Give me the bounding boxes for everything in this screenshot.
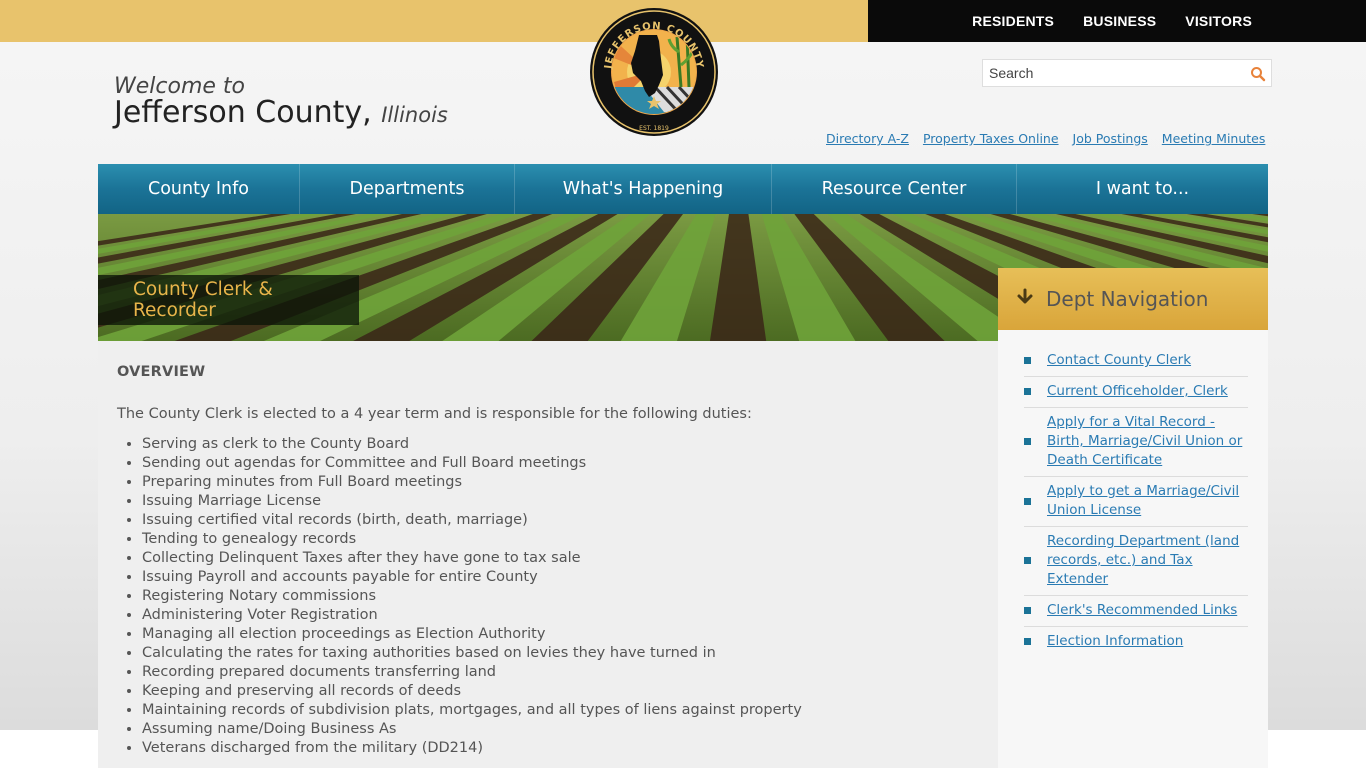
dept-nav-item: Current Officeholder, Clerk	[1024, 377, 1248, 408]
dept-navigation-title: Dept Navigation	[1046, 287, 1209, 311]
duty-item: Issuing Payroll and accounts payable for…	[142, 568, 979, 587]
dept-navigation-list: Contact County Clerk Current Officeholder…	[1024, 346, 1248, 657]
nav-i-want-to[interactable]: I want to...	[1017, 164, 1268, 214]
main-nav: County Info Departments What's Happening…	[98, 164, 1268, 214]
top-nav-visitors[interactable]: VISITORS	[1185, 13, 1252, 29]
page-title-box: County Clerk & Recorder	[98, 275, 359, 325]
search-input[interactable]	[983, 60, 1243, 86]
duty-item: Collecting Delinquent Taxes after they h…	[142, 549, 979, 568]
square-bullet-icon	[1024, 557, 1031, 564]
search-box	[982, 59, 1272, 87]
duty-item: Issuing Marriage License	[142, 492, 979, 511]
square-bullet-icon	[1024, 607, 1031, 614]
nav-whats-happening[interactable]: What's Happening	[515, 164, 772, 214]
dept-nav-link[interactable]: Recording Department (land records, etc.…	[1047, 532, 1247, 589]
top-bar-gold	[0, 0, 868, 42]
duty-item: Veterans discharged from the military (D…	[142, 739, 979, 758]
page-title: County Clerk & Recorder	[133, 279, 273, 321]
duty-item: Issuing certified vital records (birth, …	[142, 511, 979, 530]
duty-item: Assuming name/Doing Business As	[142, 720, 979, 739]
overview-heading: OVERVIEW	[117, 364, 206, 380]
quick-link-property-taxes[interactable]: Property Taxes Online	[923, 131, 1059, 146]
overview-intro: The County Clerk is elected to a 4 year …	[117, 406, 752, 422]
quick-link-job-postings[interactable]: Job Postings	[1073, 131, 1148, 146]
dept-nav-link[interactable]: Election Information	[1047, 632, 1247, 651]
top-bar-nav: RESIDENTS BUSINESS VISITORS	[868, 0, 1366, 42]
nav-departments[interactable]: Departments	[300, 164, 515, 214]
dept-nav-item: Apply for a Vital Record - Birth, Marria…	[1024, 408, 1248, 477]
square-bullet-icon	[1024, 357, 1031, 364]
dept-nav-item: Clerk's Recommended Links	[1024, 596, 1248, 627]
duty-item: Managing all election proceedings as Ele…	[142, 625, 979, 644]
dept-nav-link[interactable]: Current Officeholder, Clerk	[1047, 382, 1247, 401]
dept-nav-link[interactable]: Clerk's Recommended Links	[1047, 601, 1247, 620]
top-nav-business[interactable]: BUSINESS	[1083, 13, 1156, 29]
duty-item: Keeping and preserving all records of de…	[142, 682, 979, 701]
county-label: Jefferson County,	[114, 95, 372, 130]
dept-nav-item: Contact County Clerk	[1024, 346, 1248, 377]
duties-list: Serving as clerk to the County BoardSend…	[117, 435, 979, 758]
top-nav-residents[interactable]: RESIDENTS	[972, 13, 1054, 29]
dept-navigation-header[interactable]: Dept Navigation	[998, 268, 1268, 330]
quick-link-directory[interactable]: Directory A-Z	[826, 131, 909, 146]
nav-resource-center[interactable]: Resource Center	[772, 164, 1017, 214]
square-bullet-icon	[1024, 497, 1031, 505]
square-bullet-icon	[1024, 388, 1031, 395]
county-seal-logo[interactable]: JEFFERSON COUNTY EST. 1819	[589, 7, 719, 137]
duty-item: Preparing minutes from Full Board meetin…	[142, 473, 979, 492]
state-label: Illinois	[381, 103, 448, 127]
square-bullet-icon	[1024, 638, 1031, 645]
duty-item: Registering Notary commissions	[142, 587, 979, 606]
search-icon[interactable]	[1249, 65, 1267, 83]
dept-nav-link[interactable]: Apply for a Vital Record - Birth, Marria…	[1047, 413, 1247, 470]
quick-link-meeting-minutes[interactable]: Meeting Minutes	[1162, 131, 1266, 146]
site-title[interactable]: Welcome to Jefferson County, Illinois	[114, 74, 448, 130]
quick-links: Directory A-Z Property Taxes Online Job …	[826, 131, 1265, 146]
county-name: Jefferson County, Illinois	[114, 95, 448, 130]
main-content: OVERVIEW The County Clerk is elected to …	[98, 341, 998, 768]
dept-nav-item: Election Information	[1024, 627, 1248, 657]
dept-nav-link[interactable]: Contact County Clerk	[1047, 351, 1247, 370]
duty-item: Maintaining records of subdivision plats…	[142, 701, 979, 720]
duty-item: Serving as clerk to the County Board	[142, 435, 979, 454]
duty-item: Tending to genealogy records	[142, 530, 979, 549]
dept-nav-item: Apply to get a Marriage/Civil Union Lice…	[1024, 477, 1248, 527]
dept-nav-item: Recording Department (land records, etc.…	[1024, 527, 1248, 596]
dept-nav-link[interactable]: Apply to get a Marriage/Civil Union Lice…	[1047, 482, 1247, 520]
logo-est: EST. 1819	[639, 125, 669, 132]
duty-item: Calculating the rates for taxing authori…	[142, 644, 979, 663]
square-bullet-icon	[1024, 438, 1031, 445]
dept-navigation-panel: Dept Navigation Contact County Clerk Curr…	[998, 268, 1268, 768]
arrow-down-icon	[1016, 288, 1034, 311]
duty-item: Recording prepared documents transferrin…	[142, 663, 979, 682]
duty-item: Administering Voter Registration	[142, 606, 979, 625]
nav-county-info[interactable]: County Info	[98, 164, 300, 214]
duty-item: Sending out agendas for Committee and Fu…	[142, 454, 979, 473]
